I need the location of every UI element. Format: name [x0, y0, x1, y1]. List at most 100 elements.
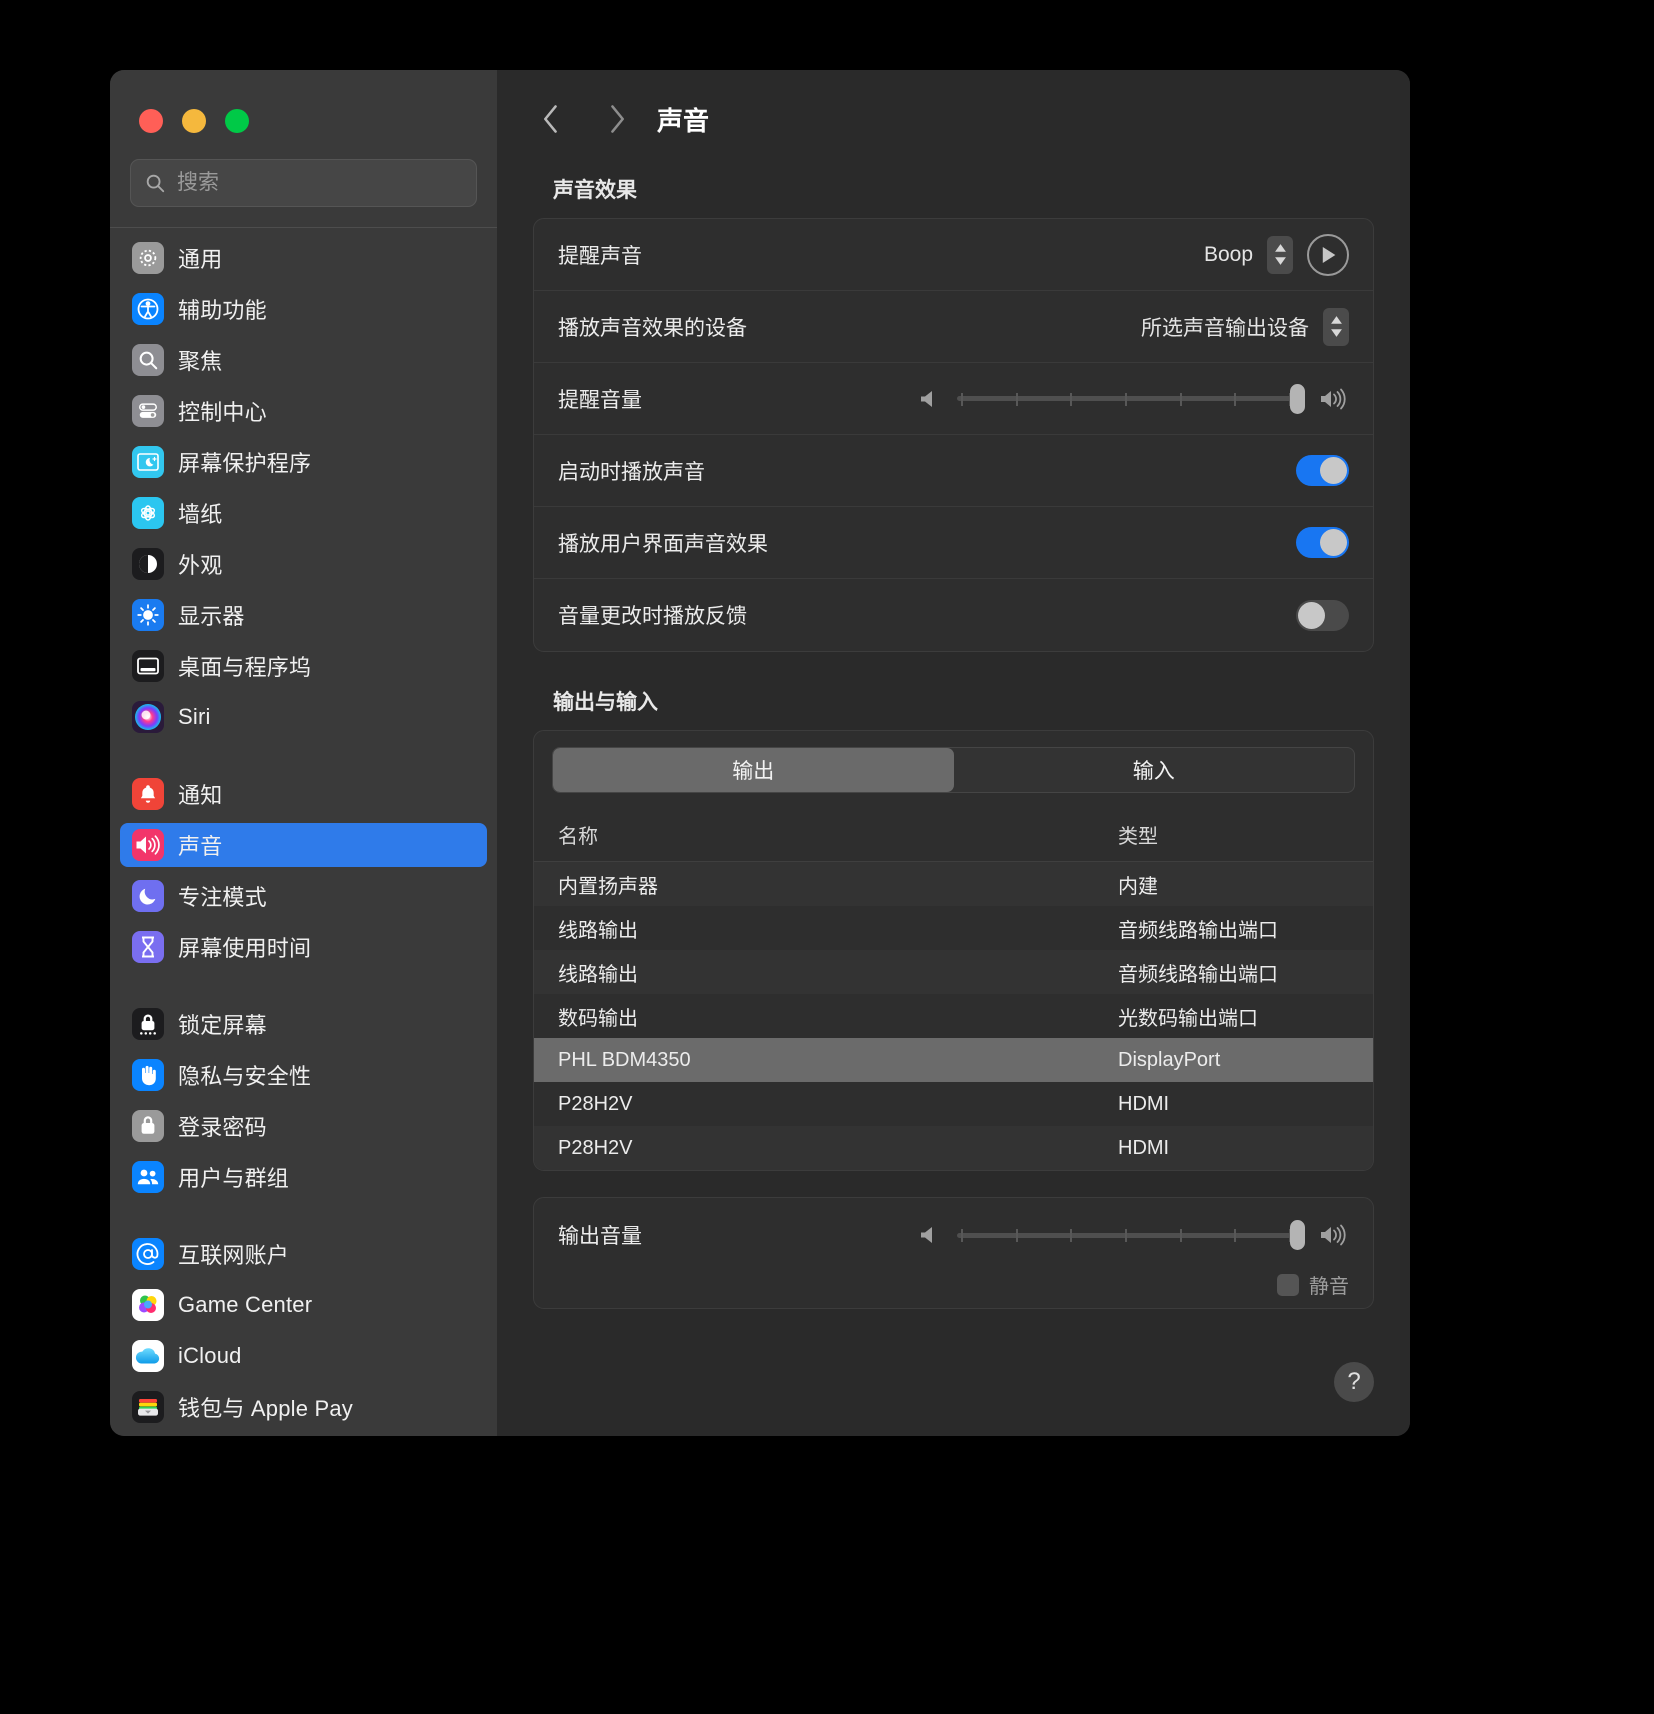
main-panel: 声音 声音效果 提醒声音 Boop 播放声音效果的设备 所选声音输出设备 提醒音…: [497, 70, 1410, 1436]
toggle-switch[interactable]: [1296, 599, 1349, 631]
column-header-name: 名称: [558, 825, 598, 848]
mute-label: 静音: [1309, 1276, 1349, 1298]
toggle-knob: [1298, 601, 1325, 629]
help-button[interactable]: ?: [1334, 1362, 1374, 1402]
sidebar-item-label: 聚焦: [178, 349, 223, 374]
effects-device-row: 播放声音效果的设备 所选声音输出设备: [534, 291, 1373, 363]
sound-toggle-label: 播放用户界面声音效果: [558, 532, 768, 556]
device-row[interactable]: 数码输出 光数码输出端口: [534, 994, 1373, 1038]
sound-toggle-label: 启动时播放声音: [558, 460, 705, 484]
sidebar-item-label: 锁定屏幕: [178, 1013, 267, 1038]
effects-device-stepper[interactable]: [1323, 307, 1349, 346]
alert-sound-row: 提醒声音 Boop: [534, 219, 1373, 291]
sidebar-item-墙纸[interactable]: 墙纸: [120, 491, 487, 535]
desktop-dock-icon: [132, 650, 164, 682]
sidebar-item-互联网账户[interactable]: 互联网账户: [120, 1232, 487, 1276]
wallpaper-icon: [132, 497, 164, 529]
page-title: 声音: [657, 105, 710, 136]
alert-sound-stepper[interactable]: [1267, 235, 1293, 274]
display-icon: [132, 599, 164, 631]
wallet-icon: [132, 1391, 164, 1423]
sidebar-group-separator: [120, 1206, 487, 1232]
bell-icon: [132, 778, 164, 810]
sidebar-item-通用[interactable]: 通用: [120, 236, 487, 280]
output-volume-slider[interactable]: [957, 1218, 1305, 1252]
cloud-icon: [132, 1340, 164, 1372]
device-type: 音频线路输出端口: [1118, 919, 1278, 942]
sidebar-item-专注模式[interactable]: 专注模式: [120, 874, 487, 918]
alert-volume-row: 提醒音量: [534, 363, 1373, 435]
sidebar-item-label: 专注模式: [178, 885, 267, 910]
device-row[interactable]: 内置扬声器 内建: [534, 862, 1373, 906]
sidebar-item-屏幕使用时间[interactable]: 屏幕使用时间: [120, 925, 487, 969]
sidebar-item-Game-Center[interactable]: Game Center: [120, 1283, 487, 1327]
lock-dots-icon: [132, 1008, 164, 1040]
device-type: 光数码输出端口: [1118, 1007, 1258, 1030]
slider-tick: [1234, 392, 1237, 406]
effects-device-value: 所选声音输出设备: [1141, 316, 1309, 340]
sidebar-item-控制中心[interactable]: 控制中心: [120, 389, 487, 433]
sound-toggle-row: 音量更改时播放反馈: [534, 579, 1373, 651]
slider-tick: [1125, 392, 1127, 406]
hand-icon: [132, 1059, 164, 1091]
sidebar-item-iCloud[interactable]: iCloud: [120, 1334, 487, 1378]
device-row[interactable]: P28H2V HDMI: [534, 1126, 1373, 1170]
sidebar-item-聚焦[interactable]: 聚焦: [120, 338, 487, 382]
sidebar-item-钱包与-Apple-Pay[interactable]: 钱包与 Apple Pay: [120, 1385, 487, 1429]
slider-knob[interactable]: [1290, 1220, 1305, 1250]
sidebar-item-label: 钱包与 Apple Pay: [178, 1396, 354, 1421]
padlock-icon: [132, 1110, 164, 1142]
sidebar-item-通知[interactable]: 通知: [120, 772, 487, 816]
search-field[interactable]: [130, 159, 477, 207]
gear-icon: [132, 242, 164, 274]
sidebar-item-声音[interactable]: 声音: [120, 823, 487, 867]
device-type: HDMI: [1118, 1136, 1170, 1159]
sidebar-item-Siri[interactable]: Siri: [120, 695, 487, 739]
tab-output[interactable]: 输出: [553, 748, 954, 792]
device-row[interactable]: 线路输出 音频线路输出端口: [534, 950, 1373, 994]
sliders-icon: [132, 395, 164, 427]
minimize-button[interactable]: [182, 109, 206, 133]
back-button[interactable]: [529, 97, 573, 141]
alert-volume-slider[interactable]: [957, 382, 1305, 416]
sidebar-item-隐私与安全性[interactable]: 隐私与安全性: [120, 1053, 487, 1097]
close-button[interactable]: [139, 109, 163, 133]
forward-button[interactable]: [595, 97, 639, 141]
slider-tick: [961, 1229, 963, 1242]
slider-knob[interactable]: [1290, 383, 1305, 414]
sound-toggle-row: 播放用户界面声音效果: [534, 507, 1373, 579]
sidebar-item-显示器[interactable]: 显示器: [120, 593, 487, 637]
output-input-tabs: 输出 输入: [552, 747, 1355, 793]
sidebar-item-用户与群组[interactable]: 用户与群组: [120, 1155, 487, 1199]
chevron-up-icon: [1330, 316, 1342, 324]
device-row[interactable]: 线路输出 音频线路输出端口: [534, 906, 1373, 950]
sidebar-item-外观[interactable]: 外观: [120, 542, 487, 586]
sidebar-item-锁定屏幕[interactable]: 锁定屏幕: [120, 1002, 487, 1046]
toggle-switch[interactable]: [1296, 455, 1349, 486]
slider-tick: [1179, 1229, 1182, 1242]
sidebar-item-桌面与程序坞[interactable]: 桌面与程序坞: [120, 644, 487, 688]
device-row[interactable]: PHL BDM4350 DisplayPort: [534, 1038, 1373, 1082]
sidebar-item-label: Siri: [178, 704, 211, 729]
zoom-button[interactable]: [225, 109, 249, 133]
toggle-knob: [1320, 529, 1347, 556]
play-alert-sound-button[interactable]: [1307, 233, 1349, 276]
search-icon: [143, 171, 167, 195]
toggle-switch[interactable]: [1296, 527, 1349, 558]
sidebar-item-登录密码[interactable]: 登录密码: [120, 1104, 487, 1148]
mute-checkbox[interactable]: [1277, 1273, 1299, 1296]
sidebar-item-屏幕保护程序[interactable]: 屏幕保护程序: [120, 440, 487, 484]
slider-tick: [961, 392, 963, 406]
speaker-icon: [132, 829, 164, 861]
sidebar-item-辅助功能[interactable]: 辅助功能: [120, 287, 487, 331]
device-table-body: 内置扬声器 内建 线路输出 音频线路输出端口 线路输出 音频线路输出端口 数码输出 光数码输出…: [534, 862, 1373, 1170]
slider-tick: [1234, 1229, 1237, 1242]
sound-toggle-rows: 启动时播放声音播放用户界面声音效果 音量更改时播放反馈: [534, 435, 1373, 651]
sidebar-item-label: 辅助功能: [178, 298, 267, 323]
sound-toggle-label: 音量更改时播放反馈: [558, 605, 747, 628]
tab-input[interactable]: 输入: [954, 748, 1355, 792]
sidebar-item-label: 登录密码: [178, 1115, 267, 1140]
device-row[interactable]: P28H2V HDMI: [534, 1082, 1373, 1126]
search-input[interactable]: [175, 170, 464, 196]
sound-toggle-row: 启动时播放声音: [534, 435, 1373, 507]
